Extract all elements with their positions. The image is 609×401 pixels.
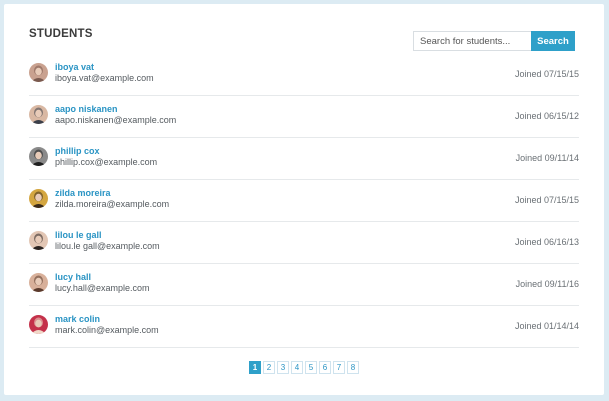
- avatar[interactable]: [29, 315, 48, 334]
- page-button-6[interactable]: 6: [319, 361, 331, 374]
- student-row: aapo niskanen aapo.niskanen@example.com Jo…: [29, 96, 579, 138]
- joined-date: Joined 06/16/13: [514, 237, 579, 247]
- pagination: 12345678: [249, 361, 359, 374]
- avatar[interactable]: [29, 189, 48, 208]
- student-name-link[interactable]: lilou le gall: [55, 230, 102, 240]
- student-name-link[interactable]: lucy hall: [55, 272, 91, 282]
- student-email: lucy.hall@example.com: [55, 283, 150, 293]
- avatar[interactable]: [29, 63, 48, 82]
- search-button[interactable]: Search: [531, 31, 575, 51]
- student-name-link[interactable]: mark colin: [55, 314, 100, 324]
- student-row: mark colin mark.colin@example.com Joined 0…: [29, 306, 579, 348]
- student-email: phillip.cox@example.com: [55, 157, 158, 167]
- avatar[interactable]: [29, 231, 48, 250]
- avatar[interactable]: [29, 273, 48, 292]
- student-email: aapo.niskanen@example.com: [55, 115, 177, 125]
- student-row: iboya vat iboya.vat@example.com Joined 07/…: [29, 54, 579, 96]
- student-row: phillip cox phillip.cox@example.com Joined…: [29, 138, 579, 180]
- joined-date: Joined 01/14/14: [514, 321, 579, 331]
- page-button-3[interactable]: 3: [277, 361, 289, 374]
- joined-date: Joined 09/11/16: [515, 279, 579, 289]
- joined-date: Joined 06/15/12: [514, 111, 579, 121]
- student-name-link[interactable]: phillip cox: [55, 146, 100, 156]
- student-email: lilou.le gall@example.com: [55, 241, 160, 251]
- student-name-link[interactable]: zilda moreira: [55, 188, 111, 198]
- avatar[interactable]: [29, 105, 48, 124]
- joined-date: Joined 07/15/15: [514, 195, 579, 205]
- page-button-8[interactable]: 8: [347, 361, 359, 374]
- student-email: zilda.moreira@example.com: [55, 199, 170, 209]
- student-email: mark.colin@example.com: [55, 325, 159, 335]
- page-button-7[interactable]: 7: [333, 361, 345, 374]
- student-list: iboya vat iboya.vat@example.com Joined 07/…: [29, 54, 579, 348]
- joined-date: Joined 09/11/14: [515, 153, 579, 163]
- page-button-4[interactable]: 4: [291, 361, 303, 374]
- page-title: STUDENTS: [29, 28, 93, 40]
- student-name-link[interactable]: aapo niskanen: [55, 104, 118, 114]
- student-email: iboya.vat@example.com: [55, 73, 154, 83]
- joined-date: Joined 07/15/15: [514, 69, 579, 79]
- student-row: zilda moreira zilda.moreira@example.com Jo…: [29, 180, 579, 222]
- student-name-link[interactable]: iboya vat: [55, 62, 94, 72]
- search-input[interactable]: [413, 31, 531, 51]
- avatar[interactable]: [29, 147, 48, 166]
- students-panel: STUDENTS Search iboya vatiboya.vat@examp…: [4, 4, 604, 395]
- page-button-5[interactable]: 5: [305, 361, 317, 374]
- page-button-2[interactable]: 2: [263, 361, 275, 374]
- student-row: lucy hall lucy.hall@example.com Joined 09/…: [29, 264, 579, 306]
- page-button-1[interactable]: 1: [249, 361, 261, 374]
- student-row: lilou le gall lilou.le gall@example.com Jo…: [29, 222, 579, 264]
- search-bar: Search: [413, 31, 575, 51]
